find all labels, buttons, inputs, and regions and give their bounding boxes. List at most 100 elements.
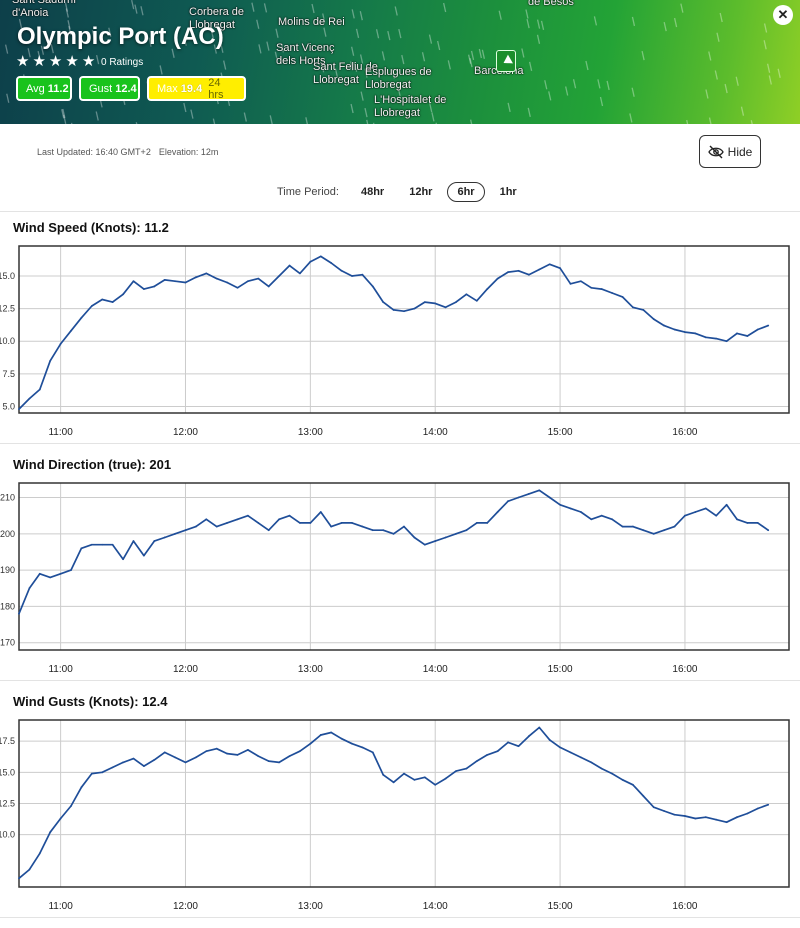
wind-streak bbox=[398, 29, 402, 39]
wind-streak bbox=[350, 46, 355, 56]
x-tick-label: 13:00 bbox=[298, 664, 323, 675]
data-point bbox=[101, 298, 104, 301]
wind-streak bbox=[435, 122, 438, 124]
wind-streak bbox=[663, 21, 667, 32]
wind-streak bbox=[536, 19, 541, 29]
star-icon[interactable]: ★ bbox=[32, 54, 45, 69]
series-line bbox=[18, 726, 769, 879]
data-point bbox=[236, 286, 239, 289]
data-point bbox=[288, 755, 291, 758]
data-point bbox=[392, 309, 395, 311]
wind-streak bbox=[401, 54, 405, 65]
data-point bbox=[569, 282, 572, 285]
max-wind-badge: Max 19.4 24 hrs bbox=[147, 76, 246, 101]
wind-streak bbox=[719, 12, 723, 23]
wind-streak bbox=[565, 86, 569, 96]
wind-gusts-chart[interactable]: 10.0 12.5 15.0 17.5 11:00 12:00 13:00 14:00 15:0… bbox=[0, 712, 800, 917]
data-point bbox=[382, 529, 385, 532]
map-label-besos: de Besòs bbox=[528, 0, 574, 8]
data-point bbox=[351, 742, 353, 745]
data-point bbox=[90, 543, 93, 546]
close-button[interactable]: ✕ bbox=[773, 5, 793, 25]
data-point bbox=[70, 805, 72, 807]
data-point bbox=[704, 336, 707, 339]
wind-streak bbox=[305, 117, 308, 124]
time-period-12hr[interactable]: 12hr bbox=[399, 182, 442, 202]
data-point bbox=[559, 746, 561, 749]
data-point bbox=[403, 310, 405, 313]
data-point bbox=[486, 753, 489, 756]
wind-direction-chart[interactable]: 170 180 190 200 210 11:00 12:00 13:00 14:00 15:00… bbox=[0, 475, 800, 680]
station-marker-icon[interactable] bbox=[496, 50, 516, 72]
data-point bbox=[507, 500, 509, 503]
avg-wind-badge: Avg 11.2 bbox=[16, 76, 72, 101]
x-tick-label: 11:00 bbox=[48, 664, 73, 675]
wind-streak bbox=[593, 16, 598, 26]
data-point bbox=[226, 752, 229, 755]
wind-streak bbox=[708, 51, 712, 61]
time-period-1hr[interactable]: 1hr bbox=[490, 182, 527, 202]
data-point bbox=[371, 751, 374, 754]
data-point bbox=[715, 337, 718, 340]
data-point bbox=[226, 281, 229, 284]
wind-streak bbox=[526, 18, 530, 29]
time-period-6hr[interactable]: 6hr bbox=[447, 181, 485, 202]
star-icon[interactable]: ★ bbox=[16, 54, 29, 69]
data-point bbox=[174, 756, 176, 759]
data-point bbox=[236, 753, 239, 756]
wind-speed-chart[interactable]: 5.0 7.5 10.0 12.5 15.0 11:00 12:00 13:00 14:00 15… bbox=[0, 238, 800, 443]
wind-streak bbox=[223, 60, 227, 70]
data-point bbox=[319, 511, 322, 513]
data-point bbox=[704, 816, 707, 819]
wind-streak bbox=[641, 50, 645, 61]
y-tick-label: 7.5 bbox=[2, 369, 15, 379]
wind-streak bbox=[572, 79, 577, 89]
data-point bbox=[673, 328, 676, 331]
data-point bbox=[538, 489, 541, 492]
station-header-map: Sant Sadurní d'Anoia Corbera de Llobrega… bbox=[0, 0, 800, 124]
wind-streak bbox=[528, 61, 533, 71]
data-point bbox=[725, 340, 728, 343]
data-point bbox=[559, 503, 561, 506]
wind-streak bbox=[256, 19, 260, 29]
data-point bbox=[455, 770, 457, 772]
data-point bbox=[309, 742, 312, 745]
data-point bbox=[579, 280, 582, 283]
divider bbox=[0, 443, 800, 444]
wind-streak bbox=[540, 20, 545, 31]
x-tick-label: 13:00 bbox=[298, 427, 323, 438]
y-tick-label: 200 bbox=[0, 529, 15, 539]
data-point bbox=[569, 507, 572, 510]
data-point bbox=[746, 812, 749, 815]
wind-streak bbox=[323, 27, 327, 37]
data-point bbox=[278, 518, 281, 521]
wind-streak bbox=[768, 75, 772, 85]
rating-stars[interactable]: ★ ★ ★ ★ ★ bbox=[16, 54, 95, 69]
divider bbox=[0, 917, 800, 918]
time-period-48hr[interactable]: 48hr bbox=[351, 182, 394, 202]
data-point bbox=[736, 816, 738, 819]
data-point bbox=[90, 772, 93, 775]
x-tick-label: 14:00 bbox=[423, 901, 448, 912]
data-point bbox=[527, 735, 530, 738]
data-point bbox=[163, 536, 166, 539]
wind-streak bbox=[527, 107, 531, 117]
wind-streak bbox=[525, 9, 529, 19]
wind-streak bbox=[597, 79, 601, 89]
star-icon[interactable]: ★ bbox=[49, 54, 62, 69]
wind-streak bbox=[680, 3, 684, 13]
data-point bbox=[111, 301, 114, 304]
star-icon[interactable]: ★ bbox=[65, 54, 78, 69]
star-icon[interactable]: ★ bbox=[82, 54, 95, 69]
hide-button[interactable]: Hide bbox=[699, 135, 761, 168]
data-point bbox=[351, 275, 353, 277]
wind-streak bbox=[443, 2, 447, 13]
x-tick-label: 15:00 bbox=[548, 427, 573, 438]
data-point bbox=[309, 260, 312, 263]
divider bbox=[0, 680, 800, 681]
wind-streak bbox=[183, 102, 187, 113]
data-point bbox=[756, 807, 759, 810]
data-point bbox=[475, 522, 478, 524]
data-point bbox=[132, 757, 135, 760]
wind-streak bbox=[544, 80, 548, 90]
